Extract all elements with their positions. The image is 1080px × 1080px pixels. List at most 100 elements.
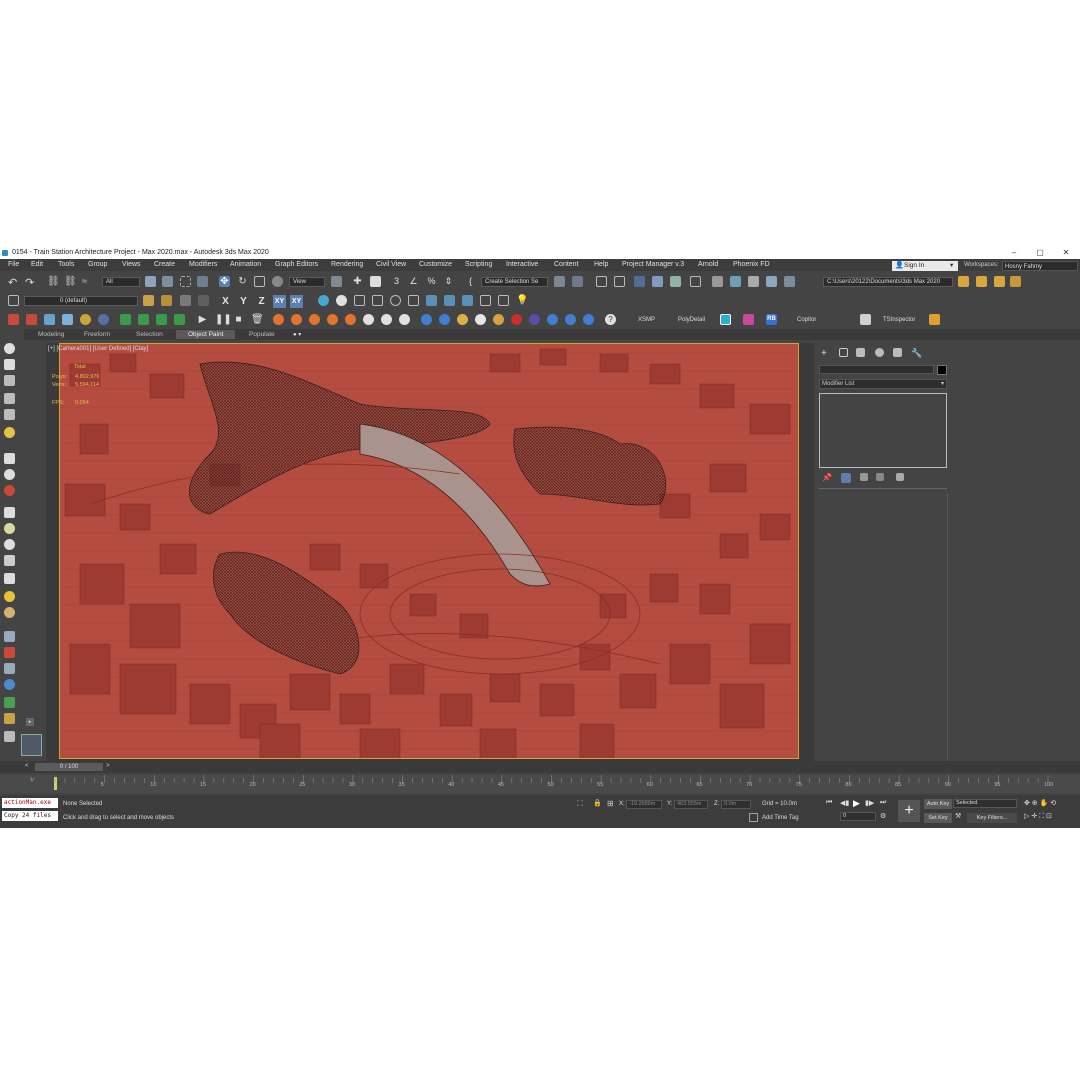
left-tool-7-icon[interactable] (4, 453, 15, 464)
track-filter-icon[interactable]: ⅟ (30, 777, 33, 784)
current-frame-field[interactable]: 0 (840, 812, 876, 821)
snapshot-icon[interactable] (480, 295, 491, 306)
remove-modifier-icon[interactable] (876, 473, 884, 481)
redo-icon[interactable]: ↷ (25, 276, 36, 289)
left-tool-5-icon[interactable] (4, 409, 15, 420)
tab-modeling[interactable]: Modeling (38, 331, 64, 338)
wave-icon[interactable] (565, 314, 576, 325)
keyboard-shortcut-icon[interactable] (370, 276, 381, 287)
modifier-stack[interactable] (819, 393, 947, 468)
display-tab-icon[interactable] (893, 348, 902, 357)
grid-icon[interactable] (354, 295, 365, 306)
camera-viewport[interactable] (59, 343, 799, 759)
create-tab-icon[interactable]: + (821, 348, 827, 359)
add-to-layer-icon[interactable] (161, 295, 172, 306)
menu-scripting[interactable]: Scripting (465, 261, 492, 268)
layout-icon[interactable] (372, 295, 383, 306)
menu-civil-view[interactable]: Civil View (376, 261, 406, 268)
left-tool-8-icon[interactable] (4, 469, 15, 480)
modify-tab-icon[interactable] (839, 348, 848, 357)
plugin-cyan-icon[interactable] (720, 314, 731, 325)
menu-content[interactable]: Content (554, 261, 579, 268)
track-bar[interactable]: ⅟ (0, 775, 1080, 793)
expand-arrow-icon[interactable]: ▸ (26, 718, 34, 726)
tab-populate[interactable]: Populate (249, 331, 275, 338)
time-tag-icon[interactable] (749, 813, 758, 822)
selection-filter-select[interactable]: All (102, 277, 140, 287)
link-icon[interactable]: ⛓ (47, 276, 60, 287)
undo-icon[interactable]: ↶ (8, 276, 19, 289)
sun-icon[interactable] (336, 295, 347, 306)
y-coord-field[interactable]: 463.555m (674, 800, 708, 809)
left-tool-9-icon[interactable] (4, 485, 15, 496)
trash-icon[interactable]: 🗑 (251, 314, 264, 325)
menu-rendering[interactable]: Rendering (331, 261, 363, 268)
render-teapot-icon[interactable] (748, 276, 759, 287)
spinner-snap-icon[interactable]: ⇕ (443, 276, 454, 287)
axis-xy-button[interactable]: XY (273, 295, 286, 308)
layer-explorer-icon[interactable] (614, 276, 625, 287)
polydetail-button[interactable]: PolyDetail (678, 317, 705, 323)
plugin-green-move-icon[interactable] (120, 314, 131, 325)
rect-selection-icon[interactable] (180, 276, 191, 287)
select-layer-objects-icon[interactable] (180, 295, 191, 306)
left-tool-22-icon[interactable] (4, 713, 15, 724)
smoke-icon-3[interactable] (399, 314, 410, 325)
auto-key-button[interactable]: Auto Key (924, 799, 952, 809)
select-object-icon[interactable] (145, 276, 156, 287)
light-icon[interactable] (318, 295, 329, 306)
motion-tab-icon[interactable] (875, 348, 884, 357)
orbit-icon[interactable] (390, 295, 401, 306)
left-tool-1-icon[interactable] (4, 343, 15, 354)
menu-tools[interactable]: Tools (58, 261, 74, 268)
left-tool-3-icon[interactable] (4, 375, 15, 386)
material-editor-icon[interactable] (690, 276, 701, 287)
isolate-icon[interactable]: ⛶ (577, 799, 583, 809)
tab-selection[interactable]: Selection (136, 331, 163, 338)
menu-customize[interactable]: Customize (419, 261, 452, 268)
menu-animation[interactable]: Animation (230, 261, 261, 268)
project-save-icon[interactable] (994, 276, 1005, 287)
scene-explorer-icon[interactable] (596, 276, 607, 287)
left-tool-21-icon[interactable] (4, 697, 15, 708)
render-iterative-icon[interactable] (766, 276, 777, 287)
stop-icon[interactable]: ■ (233, 314, 244, 325)
maxscript-listener-line2[interactable]: Copy 24 files (2, 811, 58, 821)
menu-phoenix-fd[interactable]: Phoenix FD (733, 261, 770, 268)
render-setup-icon[interactable] (712, 276, 723, 287)
layer-select[interactable]: 0 (default) (24, 296, 138, 306)
key-mode-icon[interactable]: ⚒ (955, 812, 961, 820)
tsinspector-icon[interactable] (860, 314, 871, 325)
time-config-icon[interactable]: ⚙ (880, 812, 886, 820)
workspaces-select[interactable]: Hosny Fahmy (1002, 261, 1078, 271)
viewport-nav-icons-top[interactable]: ✥ ⊕ ✋ ⟲ (1024, 799, 1056, 807)
menu-graph-editors[interactable]: Graph Editors (275, 261, 318, 268)
go-to-start-icon[interactable]: ⏮ (826, 799, 832, 807)
pin-stack-icon[interactable]: 📌 (822, 473, 832, 482)
menu-file[interactable]: File (8, 261, 19, 268)
utilities-tab-icon[interactable]: 🔧 (911, 348, 922, 359)
maxscript-listener-line1[interactable]: actionMan.exe (2, 798, 58, 808)
liquid-icon-3[interactable] (457, 314, 468, 325)
menu-arnold[interactable]: Arnold (698, 261, 718, 268)
tab-freeform[interactable]: Freeform (84, 331, 110, 338)
left-tool-19-icon[interactable] (4, 663, 15, 674)
smoke-icon-2[interactable] (381, 314, 392, 325)
maximize-button[interactable]: ▢ (1030, 247, 1050, 259)
modifier-list-select[interactable]: Modifier List ▾ (819, 379, 947, 389)
schematic-view-icon[interactable] (670, 276, 681, 287)
axis-x-button[interactable]: X (219, 295, 232, 308)
viewport-label[interactable]: [+] [Camera001] [User Defined] [Clay] (48, 346, 148, 352)
key-filters-button[interactable]: Key Filters... (967, 813, 1017, 823)
plugin-light-blue-icon[interactable] (62, 314, 73, 325)
place-icon[interactable] (272, 276, 283, 287)
minimize-button[interactable]: – (1004, 247, 1024, 259)
left-tool-13-icon[interactable] (4, 555, 15, 566)
stop-sim-icon[interactable] (511, 314, 522, 325)
mirror-icon[interactable] (554, 276, 565, 287)
left-tool-18-icon[interactable] (4, 647, 15, 658)
named-selection-set-select[interactable]: Create Selection Se (481, 277, 548, 287)
liquid-icon-1[interactable] (421, 314, 432, 325)
close-button[interactable]: ✕ (1056, 247, 1076, 259)
make-unique-icon[interactable] (860, 473, 868, 481)
